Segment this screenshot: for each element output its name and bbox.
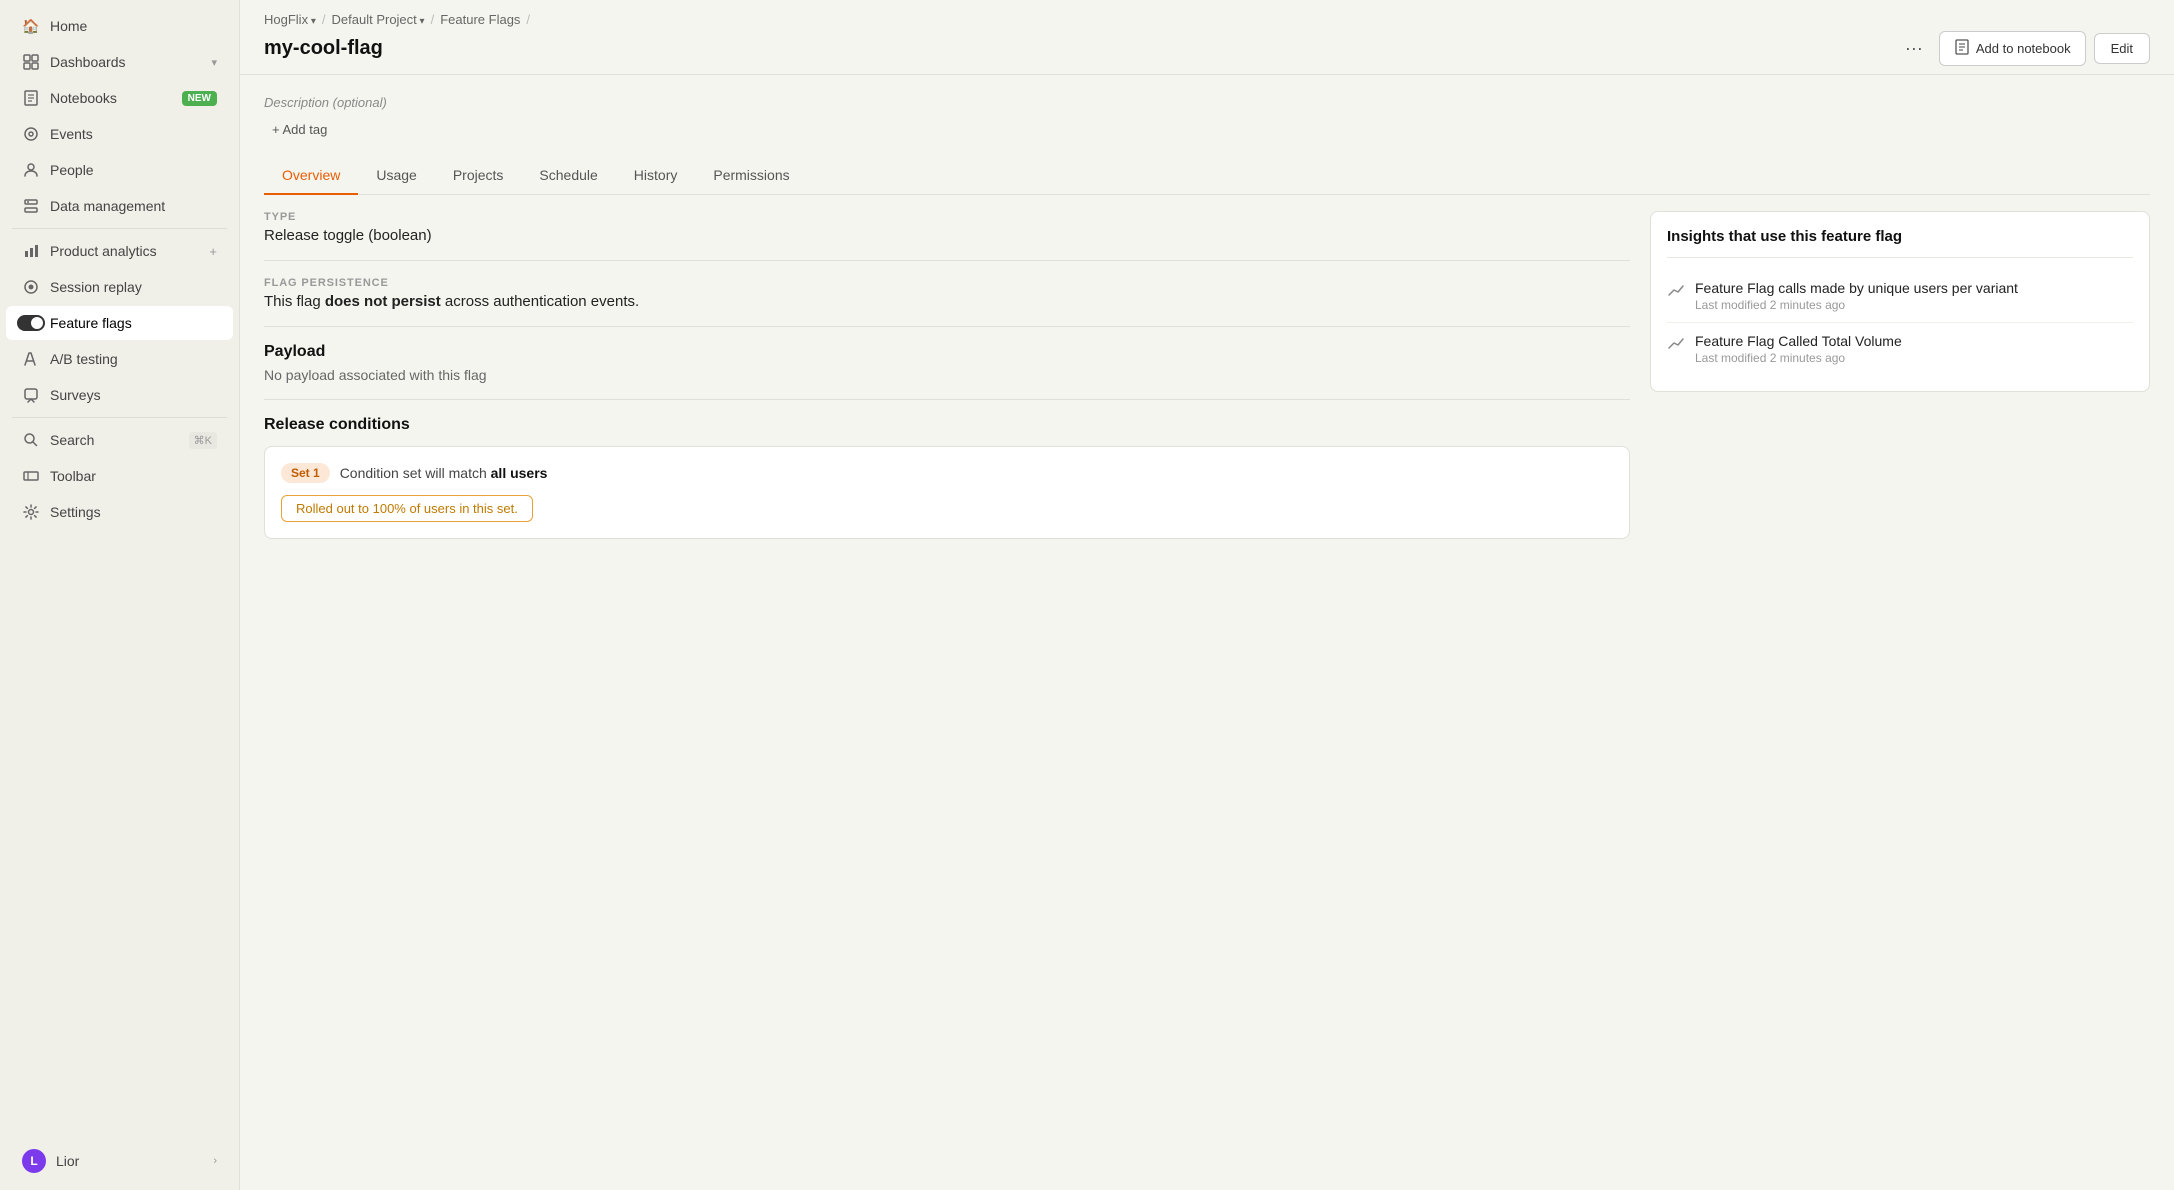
sidebar-divider-1	[12, 228, 227, 229]
sidebar-item-settings[interactable]: Settings	[6, 495, 233, 529]
dashboards-chevron: ▾	[211, 56, 217, 69]
notebooks-icon	[22, 89, 40, 107]
content-area: Description (optional) + Add tag Overvie…	[240, 75, 2174, 1190]
more-options-button[interactable]: ···	[1897, 34, 1931, 63]
page-title: my-cool-flag	[264, 37, 383, 60]
sidebar-item-notebooks[interactable]: Notebooks NEW	[6, 81, 233, 115]
payload-empty: No payload associated with this flag	[264, 367, 1630, 383]
insight-trend-icon-1	[1667, 335, 1685, 358]
search-icon	[22, 431, 40, 449]
right-column: Insights that use this feature flag Feat…	[1650, 211, 2150, 551]
settings-icon	[22, 503, 40, 521]
events-icon	[22, 125, 40, 143]
sidebar-item-people[interactable]: People	[6, 153, 233, 187]
home-icon: 🏠	[22, 17, 40, 35]
tab-schedule[interactable]: Schedule	[521, 157, 615, 195]
sidebar-item-search[interactable]: Search ⌘K	[6, 423, 233, 457]
type-value: Release toggle (boolean)	[264, 227, 1630, 244]
main-content: HogFlix / Default Project / Feature Flag…	[240, 0, 2174, 1190]
tab-history[interactable]: History	[616, 157, 696, 195]
sidebar-item-ab-testing[interactable]: A/B testing	[6, 342, 233, 376]
page-header: HogFlix / Default Project / Feature Flag…	[240, 0, 2174, 75]
add-tag-button[interactable]: + Add tag	[264, 118, 335, 141]
edit-button[interactable]: Edit	[2094, 33, 2150, 64]
type-divider	[264, 260, 1630, 261]
dashboards-icon	[22, 53, 40, 71]
notebooks-badge: NEW	[182, 91, 217, 106]
add-to-notebook-button[interactable]: Add to notebook	[1939, 31, 2086, 66]
insight-details-1: Feature Flag Called Total Volume Last mo…	[1695, 333, 1902, 365]
tab-projects[interactable]: Projects	[435, 157, 522, 195]
persistence-divider	[264, 326, 1630, 327]
product-analytics-icon	[22, 242, 40, 260]
search-shortcut: ⌘K	[189, 432, 217, 449]
notebook-icon	[1954, 39, 1970, 58]
surveys-icon	[22, 386, 40, 404]
insight-trend-icon-0	[1667, 282, 1685, 305]
description-label: Description (optional)	[264, 95, 2150, 110]
overview-columns: TYPE Release toggle (boolean) FLAG PERSI…	[264, 211, 2150, 551]
toolbar-icon	[22, 467, 40, 485]
data-management-icon	[22, 197, 40, 215]
type-label: TYPE	[264, 211, 1630, 223]
tabs-bar: Overview Usage Projects Schedule History…	[264, 157, 2150, 195]
toggle-icon	[17, 315, 45, 331]
insight-item-1[interactable]: Feature Flag Called Total Volume Last mo…	[1667, 322, 2133, 375]
sidebar-item-toolbar[interactable]: Toolbar	[6, 459, 233, 493]
sidebar-item-product-analytics[interactable]: Product analytics +	[6, 234, 233, 268]
tab-overview[interactable]: Overview	[264, 157, 358, 195]
header-actions: ··· Add to notebook Edit	[1897, 31, 2150, 66]
set-badge: Set 1	[281, 463, 330, 483]
flag-persistence-value: This flag does not persist across authen…	[264, 293, 1630, 310]
tab-usage[interactable]: Usage	[358, 157, 434, 195]
insights-box: Insights that use this feature flag Feat…	[1650, 211, 2150, 392]
sidebar-item-dashboards[interactable]: Dashboards ▾	[6, 45, 233, 79]
breadcrumb-hogflix[interactable]: HogFlix	[264, 12, 316, 27]
user-avatar: L	[22, 1149, 46, 1173]
breadcrumb-project[interactable]: Default Project	[332, 12, 425, 27]
breadcrumb-feature-flags[interactable]: Feature Flags	[440, 12, 520, 27]
feature-flags-icon	[22, 314, 40, 332]
session-replay-icon	[22, 278, 40, 296]
sidebar-item-home[interactable]: 🏠 Home	[6, 9, 233, 43]
left-column: TYPE Release toggle (boolean) FLAG PERSI…	[264, 211, 1630, 551]
condition-box: Set 1 Condition set will match all users…	[264, 446, 1630, 539]
flag-persistence-label: FLAG PERSISTENCE	[264, 277, 1630, 289]
sidebar-item-feature-flags[interactable]: Feature flags	[6, 306, 233, 340]
payload-title: Payload	[264, 343, 1630, 361]
condition-row: Set 1 Condition set will match all users	[281, 463, 1613, 483]
breadcrumb: HogFlix / Default Project / Feature Flag…	[264, 12, 2150, 27]
ab-testing-icon	[22, 350, 40, 368]
people-icon	[22, 161, 40, 179]
insight-details-0: Feature Flag calls made by unique users …	[1695, 280, 2018, 312]
sidebar-item-session-replay[interactable]: Session replay	[6, 270, 233, 304]
sidebar-item-data-management[interactable]: Data management	[6, 189, 233, 223]
sidebar-divider-2	[12, 417, 227, 418]
condition-text: Condition set will match all users	[340, 465, 548, 481]
tab-permissions[interactable]: Permissions	[695, 157, 807, 195]
sidebar-item-surveys[interactable]: Surveys	[6, 378, 233, 412]
release-conditions-title: Release conditions	[264, 416, 1630, 434]
sidebar-item-user[interactable]: L Lior ›	[6, 1141, 233, 1181]
sidebar: 🏠 Home Dashboards ▾ Notebooks NEW Events…	[0, 0, 240, 1190]
insight-item-0[interactable]: Feature Flag calls made by unique users …	[1667, 270, 2133, 322]
product-analytics-plus[interactable]: +	[209, 244, 217, 259]
sidebar-item-events[interactable]: Events	[6, 117, 233, 151]
rollout-badge: Rolled out to 100% of users in this set.	[281, 495, 533, 522]
insights-title: Insights that use this feature flag	[1667, 228, 2133, 258]
user-chevron: ›	[213, 1155, 217, 1167]
payload-divider	[264, 399, 1630, 400]
